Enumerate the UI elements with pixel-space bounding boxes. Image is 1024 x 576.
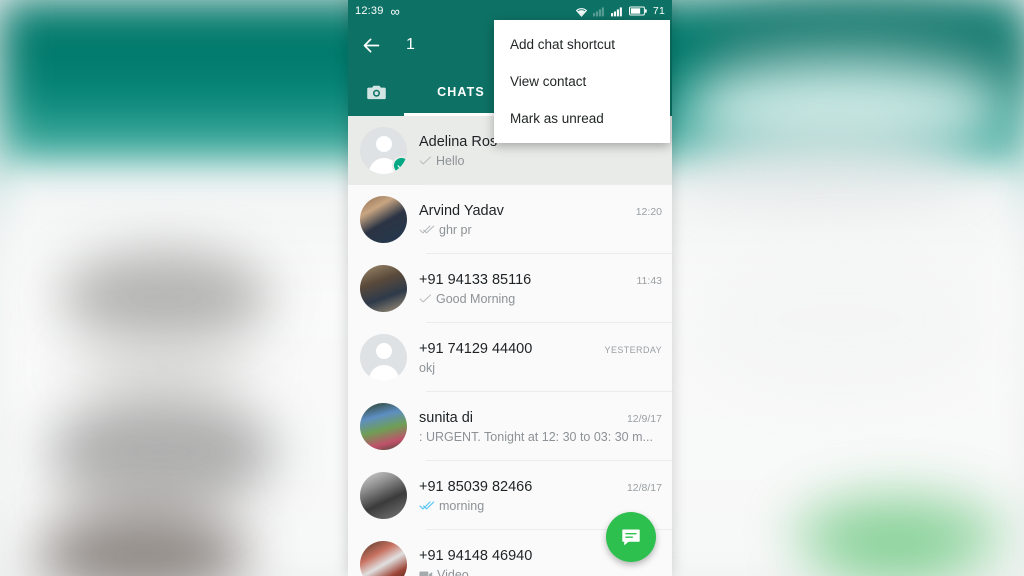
signal-sim2-icon [610,6,622,16]
chat-name: +91 85039 82466 [419,478,533,495]
chat-message: Hello [436,153,465,168]
new-chat-fab[interactable] [606,512,656,562]
single-tick-icon [419,293,432,304]
video-icon [419,570,433,576]
camera-icon[interactable] [348,68,404,116]
chat-message: Good Morning [436,291,516,306]
back-arrow-icon[interactable] [358,32,384,58]
menu-item-view-contact[interactable]: View contact [494,63,670,100]
check-icon [397,162,406,169]
list-item[interactable]: +91 94133 85116 11:43 Good Morning [348,254,672,323]
chat-message: okj [419,360,435,375]
chat-name: sunita di [419,409,474,426]
chat-name: Arvind Yadav [419,202,504,219]
double-tick-icon [419,224,435,235]
battery-level-label: 71 [652,5,665,17]
avatar[interactable] [360,127,407,174]
backdrop-blob [690,240,990,400]
chat-time: 11:43 [636,274,663,287]
menu-item-mark-as-unread[interactable]: Mark as unread [494,100,670,137]
list-item-bottom: Good Morning [419,292,662,306]
new-chat-icon [622,529,640,546]
avatar[interactable] [360,334,407,381]
signal-sim1-icon [592,6,604,16]
phone-screen: 12:39 ∞ 71 1 CHATS Adelina Ros Hello Arv… [348,0,672,576]
list-item-bottom: Video [419,568,662,576]
chat-message: Video [437,567,469,576]
list-item[interactable]: sunita di 12/9/17 : URGENT. Tonight at 1… [348,392,672,461]
list-item-bottom: morning [419,499,662,513]
person-placeholder-icon [360,334,407,381]
status-bar-icons: 71 [575,5,665,17]
backdrop-blob [672,135,972,210]
list-item-body: sunita di 12/9/17 : URGENT. Tonight at 1… [407,410,672,444]
tab-chats-label: CHATS [437,85,485,99]
status-bar-time: 12:39 [355,5,384,17]
single-tick-icon [419,155,432,166]
chat-list[interactable]: Adelina Ros Hello Arvind Yadav 12:20 ghr… [348,116,672,576]
selected-count: 1 [406,36,415,53]
wifi-icon [575,7,588,17]
list-item-body: Arvind Yadav 12:20 ghr pr [407,203,672,237]
backdrop-blob-fab [820,520,970,575]
chat-message: ghr pr [439,222,472,237]
list-item-bottom: Hello [419,154,662,168]
selected-check-badge [392,156,407,174]
list-item-body: +91 94133 85116 11:43 Good Morning [407,272,672,306]
double-tick-read-icon [419,500,435,511]
list-item[interactable]: +91 74129 44400 YESTERDAY okj [348,323,672,392]
list-item-top: +91 94133 85116 11:43 [419,272,662,288]
list-item-bottom: okj [419,361,662,375]
avatar[interactable] [360,472,407,519]
avatar[interactable] [360,541,407,576]
list-item[interactable]: Arvind Yadav 12:20 ghr pr [348,185,672,254]
context-menu[interactable]: Add chat shortcut View contact Mark as u… [494,20,670,143]
chat-message: : URGENT. Tonight at 12: 30 to 03: 30 m.… [419,429,653,444]
list-item-bottom: ghr pr [419,223,662,237]
list-item-top: Arvind Yadav 12:20 [419,203,662,219]
avatar[interactable] [360,196,407,243]
avatar[interactable] [360,403,407,450]
status-bar: 12:39 ∞ 71 [348,0,672,22]
chat-time: 12:20 [635,205,662,218]
battery-icon [628,6,647,16]
backdrop-blob [70,345,255,390]
list-item-body: +91 85039 82466 12/8/17 morning [407,479,672,513]
avatar[interactable] [360,265,407,312]
list-item-top: sunita di 12/9/17 [419,410,662,426]
list-item-top: +91 85039 82466 12/8/17 [419,479,662,495]
chat-time: 12/9/17 [626,412,662,425]
infinity-icon: ∞ [390,3,400,19]
chat-time: YESTERDAY [604,344,662,355]
list-item-body: +91 74129 44400 YESTERDAY okj [407,341,672,375]
list-item-bottom: : URGENT. Tonight at 12: 30 to 03: 30 m.… [419,430,662,444]
menu-item-add-chat-shortcut[interactable]: Add chat shortcut [494,26,670,63]
chat-name: +91 74129 44400 [419,340,533,357]
list-item-top: +91 74129 44400 YESTERDAY [419,341,662,357]
backdrop-blob [60,250,270,345]
chat-name: +91 94133 85116 [419,271,532,288]
chat-message: morning [439,498,485,513]
chat-time: 12/8/17 [626,481,662,494]
